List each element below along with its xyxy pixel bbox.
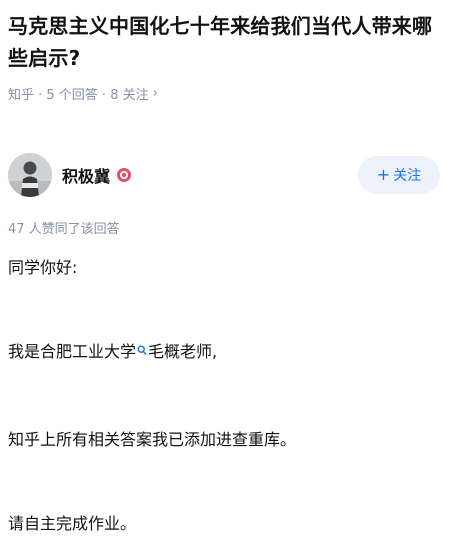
vote-count: 47 人赞同了该回答 [8,222,120,237]
author-name[interactable]: 积极冀 [62,163,110,187]
question-meta[interactable]: 知乎 · 5 个回答 · 8 关注 › [8,84,158,103]
search-icon[interactable] [137,340,147,364]
avatar[interactable] [8,153,52,197]
plus-icon: + [376,165,391,184]
answer-paragraph-2-part-2: 毛概老师, [148,342,218,361]
author-row: 积极冀 + 关注 [8,152,452,198]
question-meta-text: 知乎 · 5 个回答 · 8 关注 [8,88,149,103]
answer-paragraph-1: 同学你好: [8,258,78,277]
answer-paragraph-3: 知乎上所有相关答案我已添加进查重库。 [8,430,297,449]
avatar-photo-icon [8,153,52,197]
answer-paragraph-4: 请自主完成作业。 [8,514,137,533]
chevron-right-icon: › [152,86,158,101]
question-title[interactable]: 马克思主义中国化七十年来给我们当代人带来哪些启示? [8,10,452,74]
answer-paragraph-2: 我是合肥工业大学 毛概老师, [8,340,217,364]
follow-button[interactable]: + 关注 [358,156,440,194]
answer-paragraph-2-part-1: 我是合肥工业大学 [8,342,137,361]
badge-icon [116,167,132,183]
follow-label: 关注 [393,168,422,184]
